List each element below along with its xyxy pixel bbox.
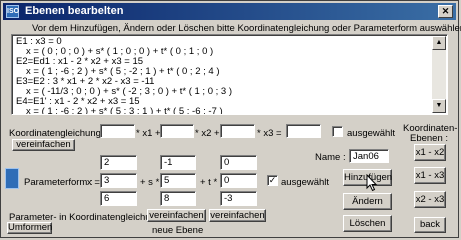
param-label: Parameterform : [24, 177, 93, 188]
coord-d-input[interactable] [286, 124, 321, 138]
change-button[interactable]: Ändern [343, 193, 392, 210]
x2-label: * x2 + [195, 128, 220, 139]
coord-label: Koordinatengleichung : [9, 128, 107, 139]
convert-button[interactable]: Umformen [7, 222, 52, 234]
back-button[interactable]: back [414, 217, 446, 233]
list-item[interactable]: x = ( 1 ; -6 ; 2 ) + s* ( 5 ; 3 ; 1 ) + … [26, 107, 223, 115]
position-x1-input[interactable]: 2 [100, 155, 137, 170]
coord-selected-label: ausgewählt [347, 128, 396, 139]
koord-ebenen-label-2: Ebenen : [410, 133, 449, 144]
checkmark-icon: ✓ [268, 175, 277, 185]
scroll-up-icon[interactable]: ▲ [432, 36, 446, 50]
simplify-button-2[interactable]: vereinfachen [209, 209, 266, 222]
x1-x3-button[interactable]: x1 - x3 [414, 167, 446, 184]
x3-label: * x3 = [257, 128, 282, 139]
dir1-x1-input[interactable]: -1 [160, 155, 196, 170]
coord-a-input[interactable] [100, 124, 135, 138]
name-input[interactable]: Jan06 [349, 149, 389, 163]
new-plane-label: neue Ebene [152, 225, 204, 236]
close-button[interactable]: ✕ [438, 5, 453, 18]
dir2-x1-input[interactable]: 0 [220, 155, 257, 170]
mouse-cursor-icon [366, 174, 378, 192]
coord-c-input[interactable] [220, 124, 255, 138]
iso-logo [5, 168, 19, 189]
equation-list[interactable]: E1 : x3 = 0 x = ( 0 ; 0 ; 0 ) + s* ( 1 ;… [11, 34, 448, 115]
dir1-x3-input[interactable]: 8 [160, 191, 196, 206]
x1-x2-button[interactable]: x1 - x2 [414, 144, 446, 161]
iso-icon: ISO [6, 5, 19, 18]
x-equals-label: x = [87, 177, 100, 188]
dir1-x2-input[interactable]: 5 [160, 173, 196, 188]
coord-b-input[interactable] [160, 124, 194, 138]
name-label: Name : [315, 152, 346, 163]
coord-simplify-button[interactable]: vereinfachen [12, 139, 75, 151]
param-selected-label: ausgewählt [281, 177, 330, 188]
simplify-button-1[interactable]: vereinfachen [147, 209, 206, 222]
dir2-x2-input[interactable]: 0 [220, 173, 257, 188]
scroll-down-icon[interactable]: ▼ [432, 99, 446, 113]
close-icon: ✕ [441, 6, 450, 16]
instruction-text: Vor dem Hinzufügen, Ändern oder Löschen … [32, 23, 461, 34]
dir2-x3-input[interactable]: -3 [220, 191, 257, 206]
window-title: Ebenen bearbelten [25, 5, 124, 17]
vertical-scrollbar[interactable]: ▲ ▼ [432, 36, 446, 113]
delete-button[interactable]: Löschen [343, 215, 392, 232]
param-selected-checkbox[interactable]: ✓ [267, 175, 278, 186]
position-x2-input[interactable]: 3 [100, 173, 137, 188]
coord-selected-checkbox[interactable] [332, 126, 343, 137]
s-label: + s * [140, 177, 160, 188]
title-bar[interactable]: ISO Ebenen bearbelten ✕ [3, 3, 456, 20]
position-x3-input[interactable]: 6 [100, 191, 137, 206]
x1-label: * x1 + [136, 128, 161, 139]
dialog-window: ISO Ebenen bearbelten ✕ Vor dem Hinzufüg… [0, 0, 461, 238]
t-label: + t * [200, 177, 218, 188]
x2-x3-button[interactable]: x2 - x3 [414, 191, 446, 208]
